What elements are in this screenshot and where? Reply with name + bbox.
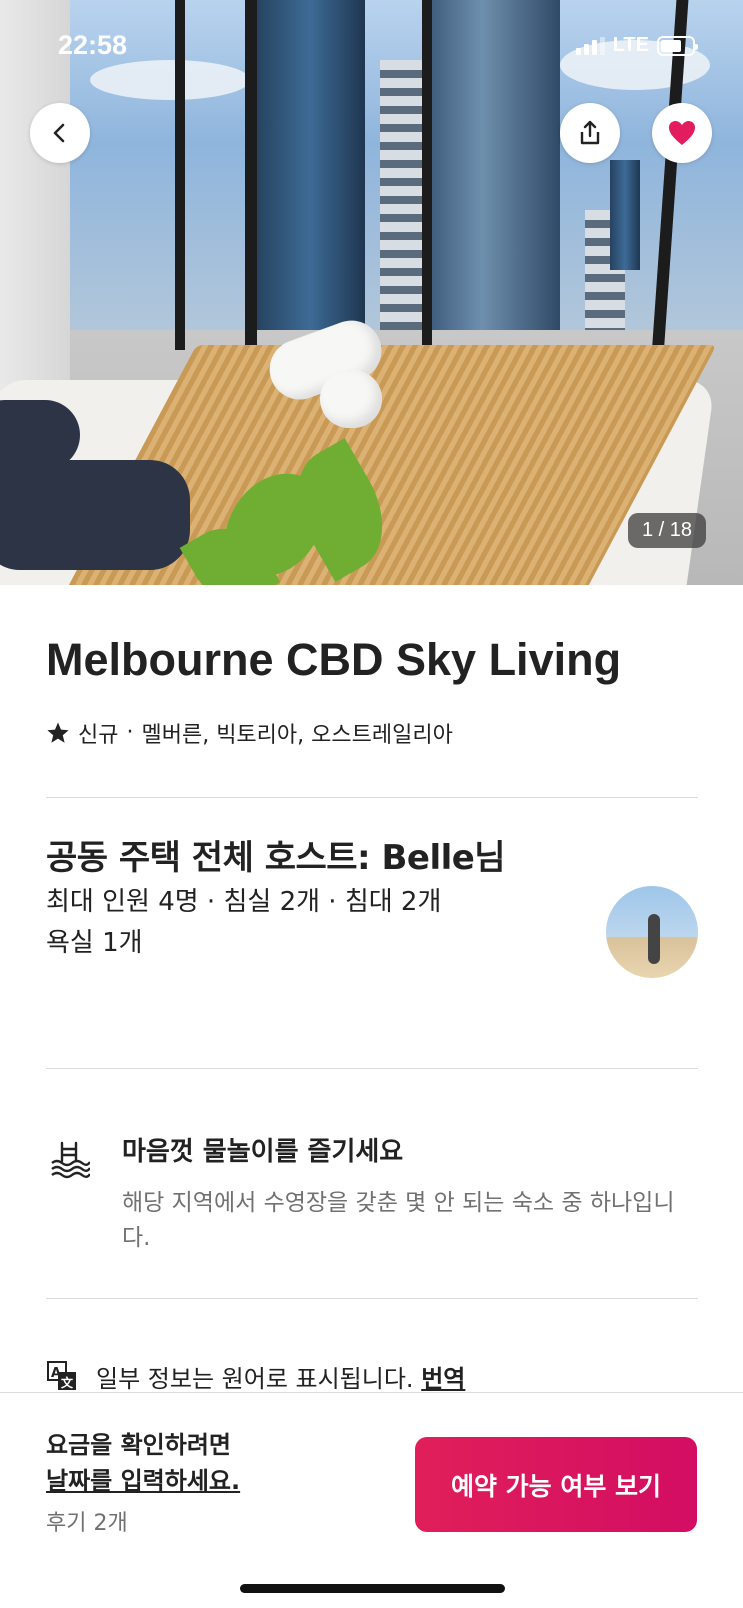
translate-icon: A 文 — [47, 1361, 76, 1390]
check-availability-button[interactable]: 예약 가능 여부 보기 — [415, 1437, 697, 1532]
host-details-line2: 욕실 1개 — [46, 927, 143, 958]
photo-cloud — [90, 60, 250, 100]
photo-building — [430, 0, 560, 360]
photo-wall — [0, 0, 70, 430]
back-arrow-icon — [53, 123, 65, 143]
translation-notice: A 文 일부 정보는 원어로 표시됩니다. 번역 — [46, 1299, 698, 1394]
home-indicator — [240, 1584, 505, 1593]
signal-icon — [575, 36, 605, 55]
price-prompt: 요금을 확인하려면 날짜를 입력하세요. — [46, 1427, 240, 1499]
host-details-line1: 최대 인원 4명 · 침실 2개 · 침대 2개 — [46, 887, 442, 918]
listing-meta: 신규 · 멜버른, 빅토리아, 오스트레일리아 — [46, 717, 698, 749]
meta-separator: · — [126, 720, 134, 745]
price-prompt-line1: 요금을 확인하려면 — [46, 1431, 231, 1459]
status-time: 22:58 — [58, 30, 128, 60]
battery-icon — [657, 35, 698, 56]
listing-details: Melbourne CBD Sky Living 신규 · 멜버른, 빅토리아,… — [46, 585, 698, 1394]
back-button[interactable] — [30, 103, 90, 163]
rating-label: 신규 — [78, 722, 119, 748]
booking-footer: 요금을 확인하려면 날짜를 입력하세요. 후기 2개 예약 가능 여부 보기 — [0, 1392, 743, 1608]
status-indicators: LTE — [575, 34, 698, 57]
pool-icon — [51, 1141, 90, 1178]
host-section: 공동 주택 전체 호스트: Belle님 최대 인원 4명 · 침실 2개 · … — [46, 838, 698, 1068]
divider — [46, 796, 698, 798]
share-button[interactable] — [560, 103, 620, 163]
photo-building — [255, 0, 365, 360]
window-frame — [422, 0, 432, 360]
photo-pillow — [0, 460, 190, 570]
share-icon — [580, 120, 600, 145]
photo-counter: 1 / 18 — [628, 513, 707, 548]
host-title: 공동 주택 전체 호스트: Belle님 — [46, 837, 506, 878]
star-icon — [47, 722, 69, 743]
translate-link[interactable]: 번역 — [421, 1365, 465, 1393]
listing-photo[interactable]: 22:58 LTE 1 / 18 — [0, 0, 743, 585]
window-frame — [245, 0, 257, 350]
listing-title: Melbourne CBD Sky Living — [46, 634, 622, 685]
listing-location[interactable]: 멜버른, 빅토리아, 오스트레일리아 — [141, 717, 452, 749]
translation-text: 일부 정보는 원어로 표시됩니다. — [96, 1364, 414, 1393]
heart-icon — [669, 121, 695, 145]
reviews-count[interactable]: 후기 2개 — [46, 1505, 128, 1537]
feature-highlight: 마음껏 물놀이를 즐기세요 해당 지역에서 수영장을 갖춘 몇 안 되는 숙소 … — [46, 1069, 698, 1298]
feature-description: 해당 지역에서 수영장을 갖춘 몇 안 되는 숙소 중 하나입니다. — [122, 1189, 675, 1252]
photo-building — [610, 160, 640, 270]
window-frame — [175, 0, 185, 350]
avatar-person — [648, 913, 660, 964]
favorite-button[interactable] — [652, 103, 712, 163]
svg-text:文: 文 — [61, 1375, 74, 1390]
price-prompt-line2[interactable]: 날짜를 입력하세요. — [46, 1463, 240, 1499]
host-avatar[interactable] — [606, 885, 698, 978]
network-label: LTE — [612, 34, 649, 56]
photo-towel — [320, 370, 382, 428]
feature-title: 마음껏 물놀이를 즐기세요 — [122, 1136, 404, 1167]
